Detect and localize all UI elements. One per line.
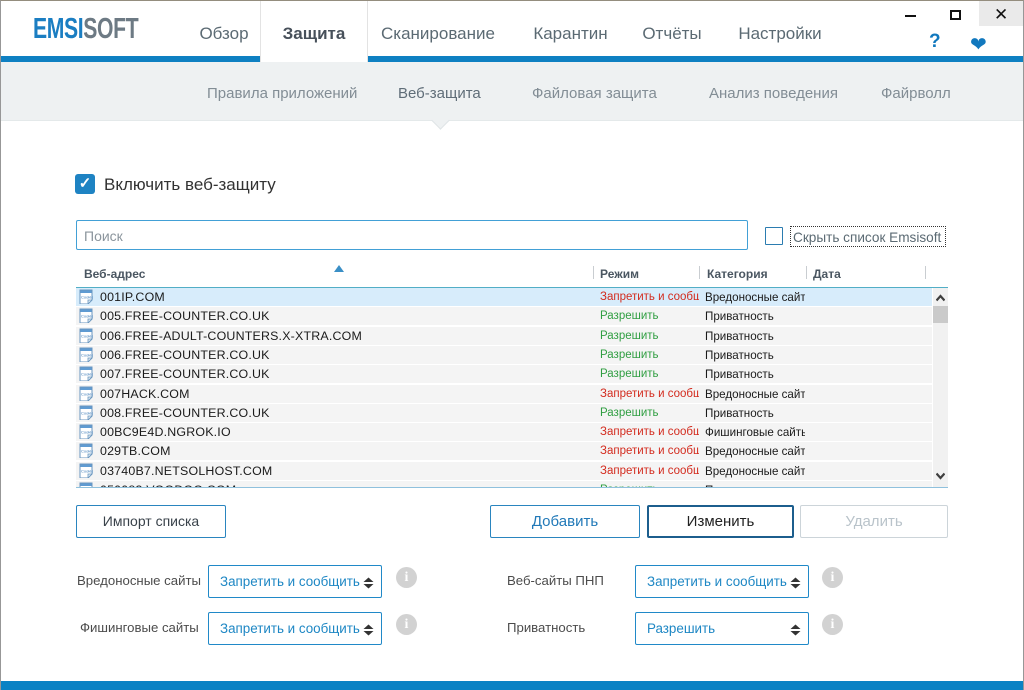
svg-text:Cookie: Cookie (81, 372, 93, 377)
svg-text:Cookie: Cookie (81, 449, 93, 454)
svg-text:Cookie: Cookie (81, 430, 93, 435)
svg-text:Cookie: Cookie (81, 469, 93, 474)
svg-text:Cookie: Cookie (81, 353, 93, 358)
svg-text:Cookie: Cookie (81, 392, 93, 397)
svg-text:Cookie: Cookie (81, 295, 93, 300)
svg-text:Cookie: Cookie (81, 314, 93, 319)
svg-text:Cookie: Cookie (81, 488, 93, 489)
svg-text:Cookie: Cookie (81, 411, 93, 416)
svg-text:Cookie: Cookie (81, 334, 93, 339)
